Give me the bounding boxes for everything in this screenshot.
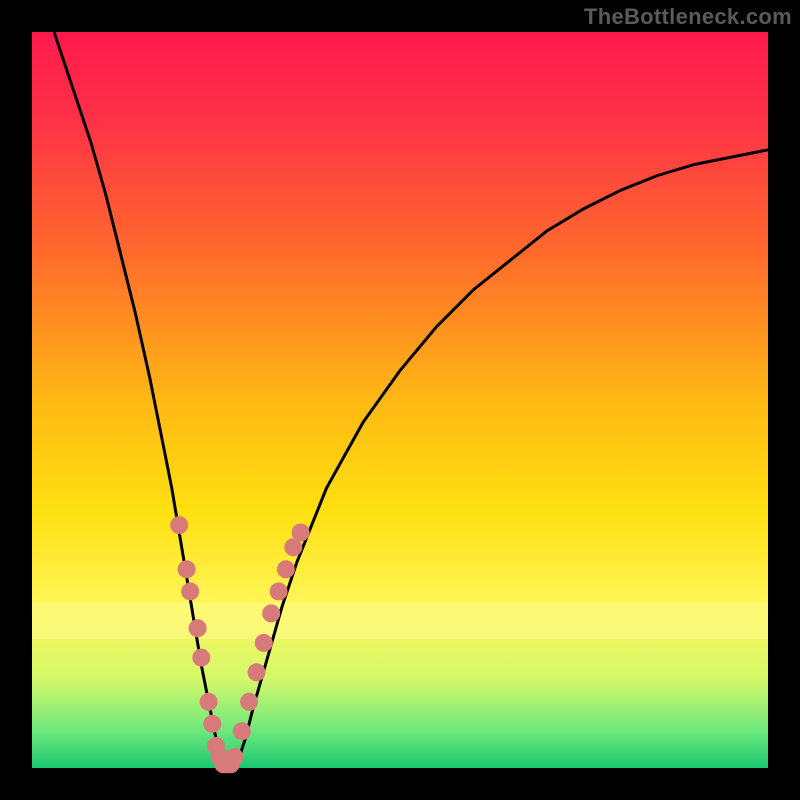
data-point [270, 582, 288, 600]
data-point [178, 560, 196, 578]
highlight-band [32, 602, 768, 639]
data-point [200, 693, 218, 711]
data-point [189, 619, 207, 637]
chart-container: TheBottleneck.com [0, 0, 800, 800]
data-point [292, 524, 310, 542]
watermark-text: TheBottleneck.com [584, 4, 792, 30]
plot-area [32, 32, 768, 768]
data-point [181, 582, 199, 600]
data-point [225, 748, 243, 766]
data-point [277, 560, 295, 578]
data-point [240, 693, 258, 711]
data-point [233, 722, 251, 740]
bottleneck-curve-svg [0, 0, 800, 800]
data-point [192, 649, 210, 667]
data-point [248, 663, 266, 681]
data-point [203, 715, 221, 733]
data-point [255, 634, 273, 652]
data-point [262, 604, 280, 622]
data-point [170, 516, 188, 534]
